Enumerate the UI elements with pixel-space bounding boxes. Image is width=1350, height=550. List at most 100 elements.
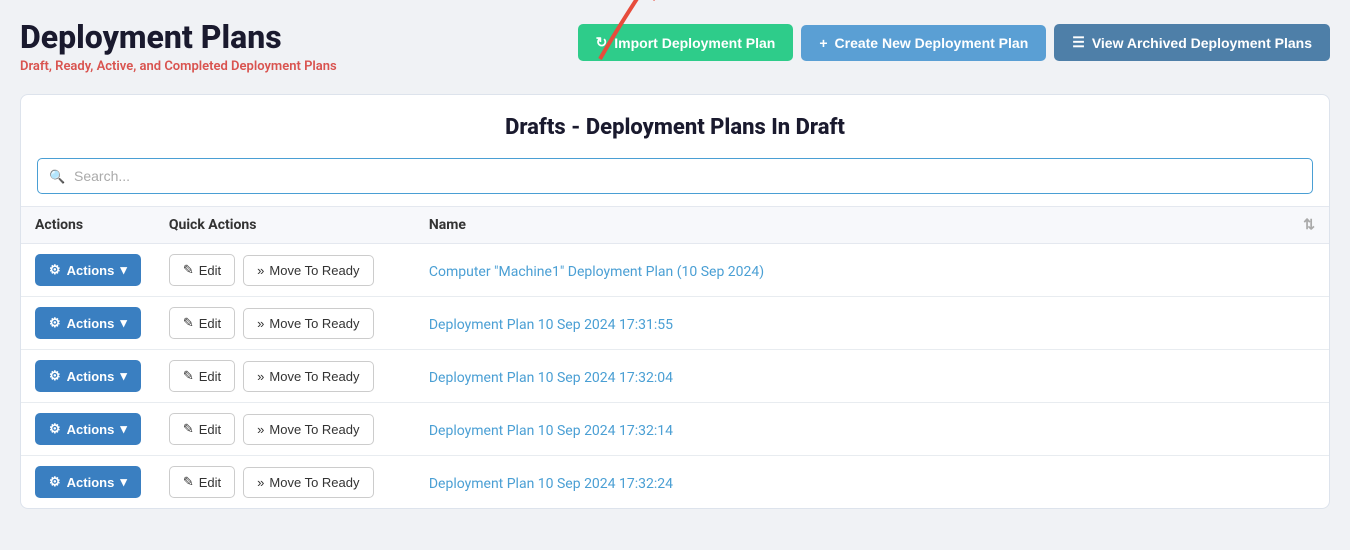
caret-down-icon (120, 368, 127, 384)
chevrons-right-icon (257, 263, 264, 278)
table-body: Actions Edit Move To Ready Compu (21, 244, 1329, 509)
edit-icon (183, 474, 194, 490)
move-label: Move To Ready (269, 369, 359, 384)
edit-button[interactable]: Edit (169, 307, 235, 339)
move-label: Move To Ready (269, 475, 359, 490)
actions-label: Actions (67, 263, 115, 278)
deployment-plan-link[interactable]: Deployment Plan 10 Sep 2024 17:32:24 (429, 476, 673, 492)
actions-button[interactable]: Actions (35, 307, 141, 339)
edit-button[interactable]: Edit (169, 413, 235, 445)
gear-icon (49, 474, 61, 490)
create-new-deployment-plan-button[interactable]: Create New Deployment Plan (801, 25, 1046, 61)
quick-actions-cell: Edit Move To Ready (155, 456, 415, 509)
col-header-actions: Actions (21, 207, 155, 244)
actions-cell: Actions (21, 456, 155, 509)
page-title-block: Deployment Plans Draft, Ready, Active, a… (20, 20, 337, 74)
name-cell: Deployment Plan 10 Sep 2024 17:32:24 (415, 456, 1289, 509)
caret-down-icon (120, 315, 127, 331)
quick-actions-cell: Edit Move To Ready (155, 244, 415, 297)
search-icon (49, 167, 65, 185)
page-title: Deployment Plans (20, 20, 337, 55)
plus-icon (819, 35, 827, 51)
actions-label: Actions (67, 475, 115, 490)
edit-icon (183, 421, 194, 437)
table-row: Actions Edit Move To Ready Deplo (21, 297, 1329, 350)
edit-icon (183, 262, 194, 278)
col-header-name: Name (415, 207, 1289, 244)
quick-actions-cell: Edit Move To Ready (155, 350, 415, 403)
view-archived-deployment-plans-button[interactable]: View Archived Deployment Plans (1054, 24, 1330, 61)
move-label: Move To Ready (269, 316, 359, 331)
sort-cell (1289, 456, 1329, 509)
gear-icon (49, 315, 61, 331)
move-to-ready-button[interactable]: Move To Ready (243, 414, 373, 445)
import-icon (596, 34, 608, 51)
sort-icon[interactable] (1303, 217, 1315, 233)
deployment-plan-link[interactable]: Deployment Plan 10 Sep 2024 17:32:14 (429, 423, 673, 439)
archive-btn-label: View Archived Deployment Plans (1092, 35, 1312, 51)
col-header-sort (1289, 207, 1329, 244)
sort-cell (1289, 244, 1329, 297)
caret-down-icon (120, 262, 127, 278)
main-card: Drafts - Deployment Plans In Draft Actio… (20, 94, 1330, 509)
actions-label: Actions (67, 369, 115, 384)
move-label: Move To Ready (269, 263, 359, 278)
archive-icon (1072, 34, 1085, 51)
actions-button[interactable]: Actions (35, 413, 141, 445)
table-row: Actions Edit Move To Ready Deplo (21, 403, 1329, 456)
header-buttons: Import Deployment Plan Create New Deploy… (578, 24, 1330, 61)
actions-label: Actions (67, 316, 115, 331)
deployment-plans-table: Actions Quick Actions Name Actions (21, 206, 1329, 508)
subtitle-suffix: Deployment Plans (228, 59, 337, 74)
col-header-quick-actions: Quick Actions (155, 207, 415, 244)
create-btn-label: Create New Deployment Plan (835, 35, 1029, 51)
actions-cell: Actions (21, 403, 155, 456)
edit-label: Edit (199, 263, 221, 278)
search-bar (21, 150, 1329, 206)
actions-label: Actions (67, 422, 115, 437)
gear-icon (49, 368, 61, 384)
import-btn-label: Import Deployment Plan (614, 35, 775, 51)
move-to-ready-button[interactable]: Move To Ready (243, 308, 373, 339)
actions-button[interactable]: Actions (35, 360, 141, 392)
move-to-ready-button[interactable]: Move To Ready (243, 467, 373, 498)
import-deployment-plan-button[interactable]: Import Deployment Plan (578, 24, 794, 61)
section-title: Drafts - Deployment Plans In Draft (21, 95, 1329, 150)
quick-actions-cell: Edit Move To Ready (155, 297, 415, 350)
actions-button[interactable]: Actions (35, 466, 141, 498)
actions-button[interactable]: Actions (35, 254, 141, 286)
move-to-ready-button[interactable]: Move To Ready (243, 255, 373, 286)
edit-button[interactable]: Edit (169, 254, 235, 286)
table-row: Actions Edit Move To Ready Compu (21, 244, 1329, 297)
table-header: Actions Quick Actions Name (21, 207, 1329, 244)
subtitle-highlight: Completed (164, 59, 228, 74)
subtitle-prefix: Draft, Ready, Active, and (20, 59, 164, 74)
table-row: Actions Edit Move To Ready Deplo (21, 456, 1329, 509)
caret-down-icon (120, 474, 127, 490)
move-to-ready-button[interactable]: Move To Ready (243, 361, 373, 392)
name-cell: Deployment Plan 10 Sep 2024 17:32:14 (415, 403, 1289, 456)
edit-label: Edit (199, 369, 221, 384)
name-cell: Deployment Plan 10 Sep 2024 17:31:55 (415, 297, 1289, 350)
page-subtitle: Draft, Ready, Active, and Completed Depl… (20, 59, 337, 74)
edit-button[interactable]: Edit (169, 360, 235, 392)
edit-label: Edit (199, 475, 221, 490)
name-cell: Deployment Plan 10 Sep 2024 17:32:04 (415, 350, 1289, 403)
deployment-plan-link[interactable]: Deployment Plan 10 Sep 2024 17:31:55 (429, 317, 673, 333)
chevrons-right-icon (257, 316, 264, 331)
chevrons-right-icon (257, 422, 264, 437)
page-header: Deployment Plans Draft, Ready, Active, a… (20, 20, 1330, 74)
edit-icon (183, 368, 194, 384)
gear-icon (49, 421, 61, 437)
edit-icon (183, 315, 194, 331)
actions-cell: Actions (21, 350, 155, 403)
table-row: Actions Edit Move To Ready Deplo (21, 350, 1329, 403)
name-cell: Computer "Machine1" Deployment Plan (10 … (415, 244, 1289, 297)
actions-cell: Actions (21, 297, 155, 350)
deployment-plan-link[interactable]: Deployment Plan 10 Sep 2024 17:32:04 (429, 370, 673, 386)
search-input[interactable] (37, 158, 1313, 194)
gear-icon (49, 262, 61, 278)
edit-button[interactable]: Edit (169, 466, 235, 498)
sort-cell (1289, 403, 1329, 456)
deployment-plan-link[interactable]: Computer "Machine1" Deployment Plan (10 … (429, 264, 764, 280)
